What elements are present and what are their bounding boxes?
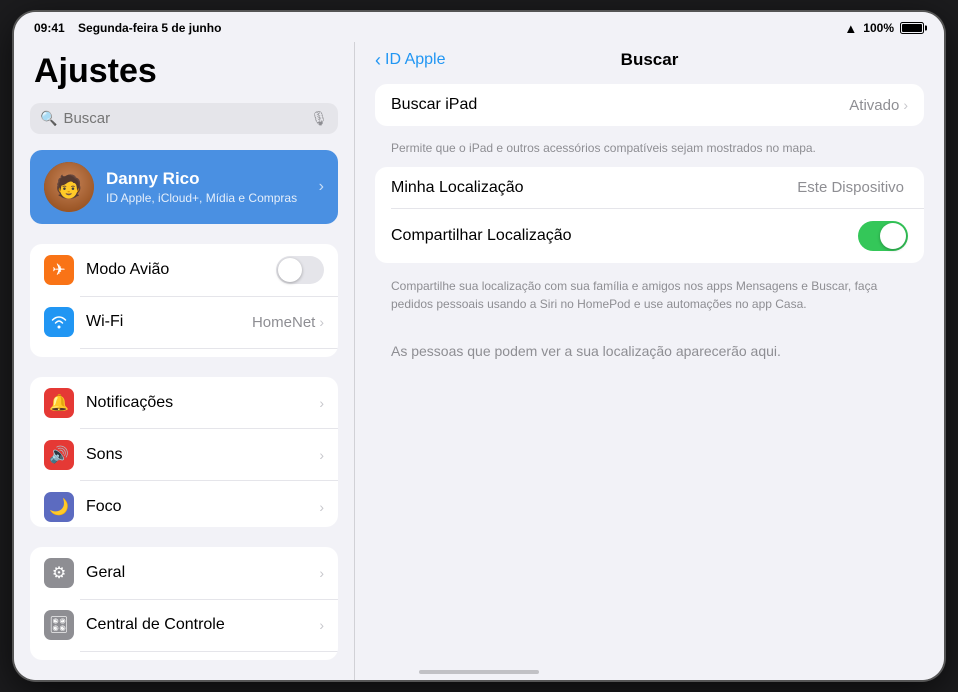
notificacoes-chevron-icon: › bbox=[319, 395, 324, 411]
sidebar-item-notificacoes[interactable]: 🔔 Notificações › bbox=[30, 377, 338, 429]
central-controle-icon: 🎛 bbox=[44, 610, 74, 640]
search-input[interactable] bbox=[63, 110, 304, 127]
my-location-item[interactable]: Minha Localização Este Dispositivo bbox=[375, 167, 924, 209]
find-ipad-item[interactable]: Buscar iPad Ativado › bbox=[375, 84, 924, 126]
foco-icon: 🌙 bbox=[44, 492, 74, 522]
geral-label: Geral bbox=[86, 564, 319, 582]
notificacoes-icon: 🔔 bbox=[44, 388, 74, 418]
right-panel-title: Buscar bbox=[621, 50, 679, 70]
wifi-value: HomeNet bbox=[252, 314, 315, 331]
wifi-settings-icon bbox=[44, 307, 74, 337]
geral-chevron-icon: › bbox=[319, 565, 324, 581]
notificacoes-label: Notificações bbox=[86, 394, 319, 412]
find-ipad-value: Ativado bbox=[849, 97, 899, 114]
back-chevron-icon: ‹ bbox=[375, 50, 381, 71]
my-location-value: Este Dispositivo bbox=[797, 179, 904, 196]
status-time: 09:41 Segunda-feira 5 de junho bbox=[34, 21, 221, 35]
search-icon: 🔍 bbox=[40, 110, 57, 127]
time-display: 09:41 bbox=[34, 21, 65, 35]
sidebar-item-central-controle[interactable]: 🎛 Central de Controle › bbox=[30, 599, 338, 651]
sons-chevron-icon: › bbox=[319, 447, 324, 463]
settings-group-system: ⚙ Geral › 🎛 Central de Controle › ☀ Tela… bbox=[30, 547, 338, 660]
profile-info: Danny Rico ID Apple, iCloud+, Mídia e Co… bbox=[106, 169, 307, 205]
central-controle-chevron-icon: › bbox=[319, 617, 324, 633]
status-bar: 09:41 Segunda-feira 5 de junho ▲ 100% bbox=[14, 12, 944, 42]
sidebar-item-modo-aviao[interactable]: ✈ Modo Avião bbox=[30, 244, 338, 296]
right-header: ‹ ID Apple Buscar bbox=[355, 42, 944, 80]
sidebar-item-foco[interactable]: 🌙 Foco › bbox=[30, 481, 338, 527]
wifi-chevron-icon: › bbox=[319, 314, 324, 330]
share-location-note: Compartilhe sua localização com sua famí… bbox=[375, 271, 924, 323]
share-location-label: Compartilhar Localização bbox=[391, 227, 858, 245]
profile-subtitle: ID Apple, iCloud+, Mídia e Compras bbox=[106, 191, 307, 205]
battery-percent: 100% bbox=[863, 21, 894, 35]
wifi-label: Wi-Fi bbox=[86, 313, 252, 331]
central-controle-label: Central de Controle bbox=[86, 616, 319, 634]
sons-label: Sons bbox=[86, 446, 319, 464]
profile-card[interactable]: 🧑 Danny Rico ID Apple, iCloud+, Mídia e … bbox=[30, 150, 338, 224]
avatar-face: 🧑 bbox=[44, 162, 94, 212]
profile-chevron-icon: › bbox=[319, 178, 324, 196]
back-button[interactable]: ‹ ID Apple bbox=[375, 50, 445, 71]
location-group: Minha Localização Este Dispositivo Compa… bbox=[375, 167, 924, 263]
people-note: As pessoas que podem ver a sua localizaç… bbox=[375, 323, 924, 379]
modo-aviao-icon: ✈ bbox=[44, 255, 74, 285]
modo-aviao-label: Modo Avião bbox=[86, 261, 276, 279]
sidebar: Ajustes 🔍 🎙 🧑 Danny Rico ID Apple, iClou… bbox=[14, 42, 354, 680]
profile-name: Danny Rico bbox=[106, 169, 307, 189]
sons-icon: 🔊 bbox=[44, 440, 74, 470]
sidebar-item-bluetooth[interactable]: Bluetooth Ativado › bbox=[30, 348, 338, 357]
date-display: Segunda-feira 5 de junho bbox=[78, 21, 221, 35]
status-indicators: ▲ 100% bbox=[844, 21, 924, 36]
foco-label: Foco bbox=[86, 498, 319, 516]
share-location-toggle[interactable] bbox=[858, 221, 908, 251]
back-label: ID Apple bbox=[385, 51, 445, 69]
my-location-label: Minha Localização bbox=[391, 179, 797, 197]
home-indicator bbox=[419, 670, 539, 674]
find-ipad-chevron-icon: › bbox=[903, 97, 908, 113]
find-ipad-group: Buscar iPad Ativado › bbox=[375, 84, 924, 126]
share-location-item[interactable]: Compartilhar Localização bbox=[375, 209, 924, 263]
wifi-icon: ▲ bbox=[844, 21, 857, 36]
right-content: Buscar iPad Ativado › Permite que o iPad… bbox=[355, 80, 944, 680]
search-bar[interactable]: 🔍 🎙 bbox=[30, 103, 338, 134]
right-panel: ‹ ID Apple Buscar Buscar iPad Ativado › … bbox=[355, 42, 944, 680]
sidebar-item-geral[interactable]: ⚙ Geral › bbox=[30, 547, 338, 599]
find-ipad-note: Permite que o iPad e outros acessórios c… bbox=[375, 134, 924, 167]
avatar: 🧑 bbox=[44, 162, 94, 212]
settings-group-alerts: 🔔 Notificações › 🔊 Sons › 🌙 Foco › ⏱ Tem… bbox=[30, 377, 338, 527]
settings-group-connectivity: ✈ Modo Avião Wi-Fi bbox=[30, 244, 338, 357]
microphone-icon[interactable]: 🎙 bbox=[310, 110, 328, 127]
sidebar-title: Ajustes bbox=[34, 52, 338, 91]
sidebar-item-sons[interactable]: 🔊 Sons › bbox=[30, 429, 338, 481]
find-ipad-label: Buscar iPad bbox=[391, 96, 849, 114]
geral-icon: ⚙ bbox=[44, 558, 74, 588]
battery-icon bbox=[900, 22, 924, 34]
sidebar-item-wifi[interactable]: Wi-Fi HomeNet › bbox=[30, 296, 338, 348]
modo-aviao-toggle[interactable] bbox=[276, 256, 324, 284]
sidebar-item-tela-brilho[interactable]: ☀ Tela e Brilho › bbox=[30, 651, 338, 660]
main-content: Ajustes 🔍 🎙 🧑 Danny Rico ID Apple, iClou… bbox=[14, 42, 944, 680]
foco-chevron-icon: › bbox=[319, 499, 324, 515]
